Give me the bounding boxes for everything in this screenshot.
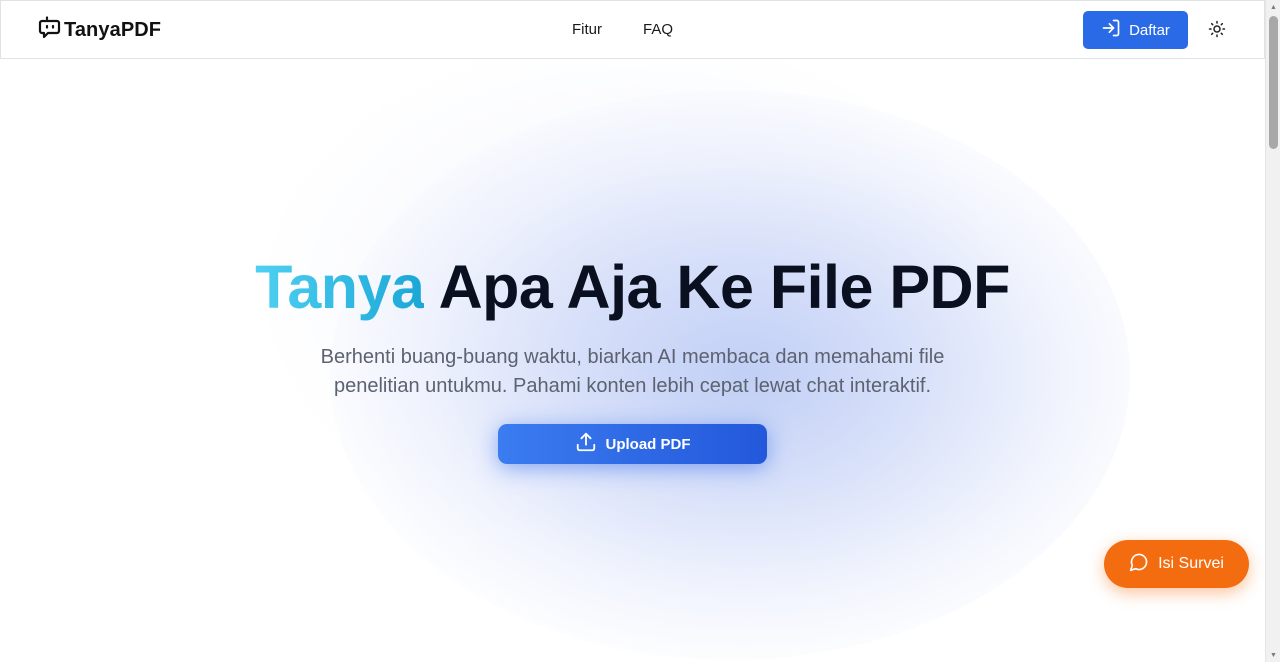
brand-name: TanyaPDF [64,18,162,41]
upload-pdf-button[interactable]: Upload PDF [498,424,767,464]
scrollbar-thumb[interactable] [1269,16,1278,149]
page: TanyaPDF Fitur FAQ Daftar Tanya Apa Aja … [0,0,1265,662]
hero-title-accent: Tanya [255,253,425,321]
message-circle-icon [1129,552,1149,577]
login-icon [1101,18,1121,42]
page-scrollbar[interactable]: ▲ ▼ [1265,0,1280,662]
hero-title-rest: Apa Aja Ke File PDF [438,253,1011,321]
scroll-down-arrow-icon[interactable]: ▼ [1266,648,1280,662]
hero-subtitle: Berhenti buang-buang waktu, biarkan AI m… [320,346,945,397]
sun-icon [1208,20,1226,41]
survey-button[interactable]: Isi Survei [1104,540,1249,588]
theme-toggle-button[interactable] [1206,19,1228,41]
chat-bot-icon [38,15,62,45]
signup-button[interactable]: Daftar [1083,11,1188,49]
signup-label: Daftar [1129,21,1170,39]
scroll-up-arrow-icon[interactable]: ▲ [1266,0,1280,14]
hero-title: Tanya Apa Aja Ke File PDF [0,252,1265,322]
upload-pdf-label: Upload PDF [605,435,691,453]
brand-logo-link[interactable]: TanyaPDF [38,15,162,45]
survey-label: Isi Survei [1158,555,1224,572]
nav-links: Fitur FAQ [572,21,673,38]
upload-icon [575,431,597,457]
nav-link-fitur[interactable]: Fitur [572,21,602,38]
navbar: TanyaPDF Fitur FAQ Daftar [0,0,1265,59]
nav-link-faq[interactable]: FAQ [643,21,673,38]
